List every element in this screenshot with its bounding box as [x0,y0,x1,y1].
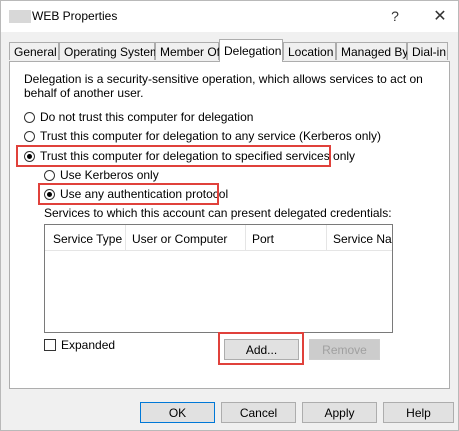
remove-button[interactable]: Remove [309,339,380,360]
tab-member-of[interactable]: Member Of [155,42,220,60]
help-icon[interactable]: ? [381,4,409,28]
radio-kerberos-only[interactable]: Use Kerberos only [44,168,159,182]
tab-managed-by[interactable]: Managed By [336,42,408,60]
services-label: Services to which this account can prese… [44,206,392,220]
radio-button[interactable] [44,169,55,181]
expanded-checkbox-row[interactable]: Expanded [44,338,115,352]
title-bar: WEB Properties ? ✕ [1,1,458,32]
window-title: WEB Properties [32,9,118,23]
column-user-or-computer[interactable]: User or Computer [132,232,227,246]
tab-dial-in[interactable]: Dial-in [407,42,448,60]
apply-button[interactable]: Apply [302,402,377,423]
ok-button[interactable]: OK [140,402,215,423]
radio-no-trust[interactable]: Do not trust this computer for delegatio… [24,110,253,124]
radio-button[interactable] [24,111,35,123]
help-button[interactable]: Help [383,402,454,423]
radio-label: Trust this computer for delegation to an… [40,129,382,143]
radio-label: Use Kerberos only [60,168,159,182]
column-divider[interactable] [326,225,327,250]
tab-general[interactable]: General [9,42,59,60]
radio-any-service[interactable]: Trust this computer for delegation to an… [24,129,381,143]
list-header: Service Type User or Computer Port Servi… [45,225,392,251]
column-service-name[interactable]: Service Na [333,232,392,246]
tab-delegation[interactable]: Delegation [219,39,283,62]
radio-label: Do not trust this computer for delegatio… [40,110,254,124]
column-divider[interactable] [125,225,126,250]
highlight-box-any-protocol [38,183,219,205]
cancel-button[interactable]: Cancel [221,402,296,423]
services-list[interactable]: Service Type User or Computer Port Servi… [44,224,393,333]
expanded-checkbox[interactable] [44,339,56,351]
delegation-description: Delegation is a security-sensitive opera… [24,72,423,100]
tab-location[interactable]: Location [283,42,336,60]
properties-dialog: WEB Properties ? ✕ General Operating Sys… [0,0,459,431]
highlight-box-add [218,332,304,365]
column-divider[interactable] [245,225,246,250]
column-service-type[interactable]: Service Type [53,232,122,246]
close-icon[interactable]: ✕ [426,4,454,28]
highlight-box-specified [16,145,331,167]
tab-operating-system[interactable]: Operating System [59,42,160,60]
delegation-page: Delegation is a security-sensitive opera… [9,61,450,389]
column-port[interactable]: Port [252,232,274,246]
radio-button[interactable] [24,130,35,142]
expanded-label: Expanded [61,338,116,352]
redacted-name-block [9,10,31,23]
